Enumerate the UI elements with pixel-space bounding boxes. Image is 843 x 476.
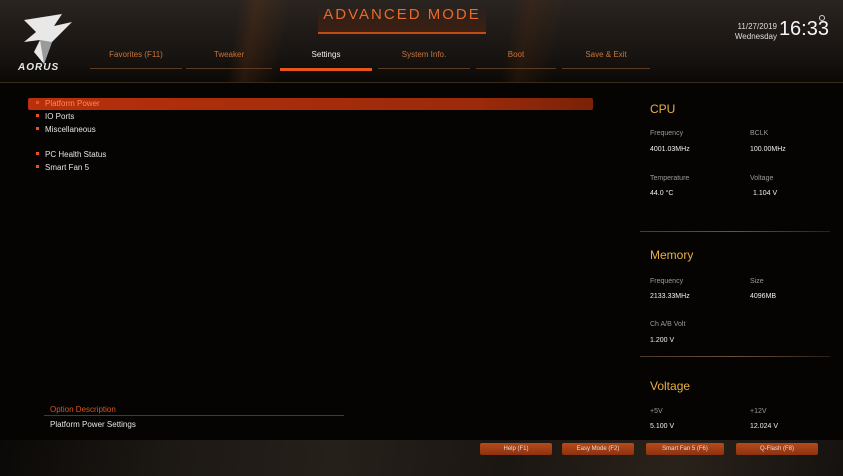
cpu-section-title: CPU (650, 102, 676, 116)
memory-frequency-label: Frequency (650, 278, 684, 285)
weekday-value: Wednesday (734, 32, 777, 41)
voltage-section-title: Voltage (650, 379, 691, 393)
smart-fan-button[interactable]: Smart Fan 5 (F6) (646, 443, 724, 455)
menu-item-label: Platform Power (45, 99, 100, 108)
bullet-icon (36, 165, 39, 169)
q-flash-button[interactable]: Q-Flash (F8) (736, 443, 818, 455)
memory-volt-label: Ch A/B Volt (650, 321, 686, 328)
brand-label: AORUS (18, 62, 60, 73)
hardware-info-panel: CPU Frequency BCLK 4001.03MHz 100.00MHz … (620, 88, 830, 448)
date-display: 11/27/2019 Wednesday (735, 22, 777, 42)
menu-item-label: Smart Fan 5 (45, 163, 90, 172)
help-button[interactable]: Help (F1) (480, 443, 552, 455)
tab-label: Boot (507, 50, 525, 59)
menu-item-pc-health-status[interactable]: PC Health Status (28, 149, 593, 161)
option-description-text: Platform Power Settings (50, 420, 136, 429)
tab-settings[interactable]: Settings (280, 48, 372, 71)
voltage-5v-value: 5.100 V (650, 423, 675, 430)
tab-label: Save & Exit (585, 50, 627, 59)
memory-section-title: Memory (650, 248, 694, 262)
cpu-bclk-label: BCLK (750, 130, 769, 137)
gear-icon[interactable] (818, 14, 826, 22)
cpu-frequency-label: Frequency (650, 130, 684, 137)
bullet-icon (36, 127, 39, 131)
divider (640, 356, 830, 357)
voltage-12v-value: 12.024 V (750, 423, 779, 430)
memory-size-label: Size (750, 278, 764, 285)
tab-tweaker[interactable]: Tweaker (186, 48, 272, 69)
cpu-temperature-value: 44.0 °C (650, 190, 674, 197)
memory-frequency-value: 2133.33MHz (650, 293, 690, 300)
tab-label: Settings (311, 50, 341, 59)
bullet-icon (36, 101, 39, 105)
date-value: 11/27/2019 (737, 22, 777, 31)
tab-label: Tweaker (213, 50, 245, 59)
cpu-bclk-value: 100.00MHz (750, 146, 786, 153)
menu-item-io-ports[interactable]: IO Ports (28, 111, 593, 123)
memory-volt-value: 1.200 V (650, 337, 675, 344)
cpu-voltage-value: 1.104 V (753, 190, 778, 197)
voltage-12v-label: +12V (750, 408, 767, 415)
divider (640, 231, 830, 232)
tab-system-info[interactable]: System Info. (378, 48, 470, 69)
cpu-frequency-value: 4001.03MHz (650, 146, 690, 153)
bullet-icon (36, 114, 39, 118)
tab-favorites[interactable]: Favorites (F11) (90, 48, 182, 69)
tab-save-exit[interactable]: Save & Exit (562, 48, 650, 69)
tab-label: System Info. (401, 50, 447, 59)
easy-mode-button[interactable]: Easy Mode (F2) (562, 443, 634, 455)
voltage-5v-label: +5V (650, 408, 663, 415)
tab-label: Favorites (F11) (109, 50, 163, 59)
tab-bar: Favorites (F11) Tweaker Settings System … (90, 48, 650, 71)
divider (44, 415, 344, 416)
menu-item-label: Miscellaneous (45, 125, 96, 134)
option-description-title: Option Description (50, 405, 116, 414)
menu-item-label: IO Ports (45, 112, 75, 121)
menu-item-label: PC Health Status (45, 150, 107, 159)
cpu-temperature-label: Temperature (650, 175, 690, 182)
memory-size-value: 4096MB (750, 293, 777, 300)
menu-item-miscellaneous[interactable]: Miscellaneous (28, 124, 593, 136)
tab-boot[interactable]: Boot (476, 48, 556, 69)
cpu-voltage-label: Voltage (750, 175, 774, 182)
page-title: ADVANCED MODE (318, 6, 486, 34)
menu-item-smart-fan-5[interactable]: Smart Fan 5 (28, 162, 593, 174)
bullet-icon (36, 152, 39, 156)
menu-item-platform-power[interactable]: Platform Power (28, 98, 593, 110)
